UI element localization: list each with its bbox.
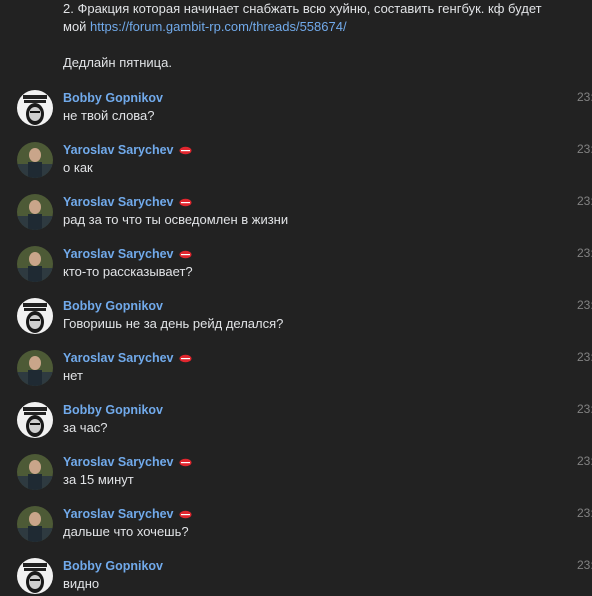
author-name[interactable]: Bobby Gopnikov (63, 299, 163, 313)
message-row: Yaroslav Sarychev за 15 минут 23: (0, 454, 592, 506)
message-text: за час? (63, 420, 108, 435)
message-text: рад за то что ты осведомлен в жизни (63, 212, 289, 227)
message-time: 23: (577, 454, 592, 468)
author-row: Yaroslav Sarychev (63, 141, 192, 159)
previous-message-line-2: мой https://forum.gambit-rp.com/threads/… (63, 18, 573, 36)
author-name[interactable]: Bobby Gopnikov (63, 559, 163, 573)
message-text: дальше что хочешь? (63, 524, 189, 539)
message-text: Говоришь не за день рейд делался? (63, 316, 284, 331)
author-row: Yaroslav Sarychev (63, 349, 192, 367)
message-row: Yaroslav Sarychev рад за то что ты освед… (0, 194, 592, 246)
author-name[interactable]: Yaroslav Sarychev (63, 351, 174, 365)
message-time: 23: (577, 298, 592, 312)
avatar[interactable] (17, 194, 53, 230)
author-name[interactable]: Yaroslav Sarychev (63, 507, 174, 521)
previous-message-prefix: мой (63, 19, 91, 34)
avatar[interactable] (17, 142, 53, 178)
avatar[interactable] (17, 506, 53, 542)
badge-icon (179, 146, 191, 154)
avatar[interactable] (17, 558, 53, 594)
previous-message-text: 2. Фракция которая начинает снабжать всю… (63, 0, 573, 72)
message-time: 23: (577, 350, 592, 364)
author-row: Yaroslav Sarychev (63, 245, 192, 263)
badge-icon (179, 354, 191, 362)
avatar[interactable] (17, 246, 53, 282)
author-row: Yaroslav Sarychev (63, 505, 192, 523)
avatar[interactable] (17, 454, 53, 490)
badge-icon (179, 458, 191, 466)
author-row: Bobby Gopnikov (63, 297, 163, 315)
author-row: Bobby Gopnikov (63, 401, 163, 419)
message-text: кто-то рассказывает? (63, 264, 193, 279)
message-row: Yaroslav Sarychev дальше что хочешь? 23: (0, 506, 592, 558)
author-row: Bobby Gopnikov (63, 557, 163, 575)
message-text: не твой слова? (63, 108, 155, 123)
message-time: 23: (577, 558, 592, 572)
author-row: Yaroslav Sarychev (63, 193, 192, 211)
author-name[interactable]: Yaroslav Sarychev (63, 195, 174, 209)
message-row: Yaroslav Sarychev нет 23: (0, 350, 592, 402)
message-row: Bobby Gopnikov Говоришь не за день рейд … (0, 298, 592, 350)
author-row: Yaroslav Sarychev (63, 453, 192, 471)
author-name[interactable]: Yaroslav Sarychev (63, 247, 174, 261)
author-row: Bobby Gopnikov (63, 89, 163, 107)
message-time: 23: (577, 194, 592, 208)
badge-icon (179, 510, 191, 518)
avatar[interactable] (17, 402, 53, 438)
avatar[interactable] (17, 350, 53, 386)
message-row: Bobby Gopnikov видно 23: (0, 558, 592, 596)
message-row: Bobby Gopnikov не твой слова? 23: (0, 90, 592, 142)
author-name[interactable]: Bobby Gopnikov (63, 403, 163, 417)
message-row: Bobby Gopnikov за час? 23: (0, 402, 592, 454)
chat-history[interactable]: 2. Фракция которая начинает снабжать всю… (0, 0, 592, 596)
previous-message-gap (63, 36, 573, 54)
avatar[interactable] (17, 298, 53, 334)
badge-icon (179, 198, 191, 206)
message-time: 23: (577, 90, 592, 104)
message-time: 23: (577, 402, 592, 416)
message-text: о как (63, 160, 93, 175)
forum-thread-link[interactable]: https://forum.gambit-rp.com/threads/5586… (90, 19, 347, 34)
badge-icon (179, 250, 191, 258)
message-text: видно (63, 576, 100, 591)
message-time: 23: (577, 506, 592, 520)
message-row: Yaroslav Sarychev кто-то рассказывает? 2… (0, 246, 592, 298)
author-name[interactable]: Yaroslav Sarychev (63, 143, 174, 157)
previous-message-line-1: 2. Фракция которая начинает снабжать всю… (63, 1, 542, 16)
message-time: 23: (577, 142, 592, 156)
previous-message-line-3: Дедлайн пятница. (63, 55, 172, 70)
message-text: за 15 минут (63, 472, 134, 487)
author-name[interactable]: Yaroslav Sarychev (63, 455, 174, 469)
message-text: нет (63, 368, 83, 383)
message-row: Yaroslav Sarychev о как 23: (0, 142, 592, 194)
message-time: 23: (577, 246, 592, 260)
avatar[interactable] (17, 90, 53, 126)
author-name[interactable]: Bobby Gopnikov (63, 91, 163, 105)
